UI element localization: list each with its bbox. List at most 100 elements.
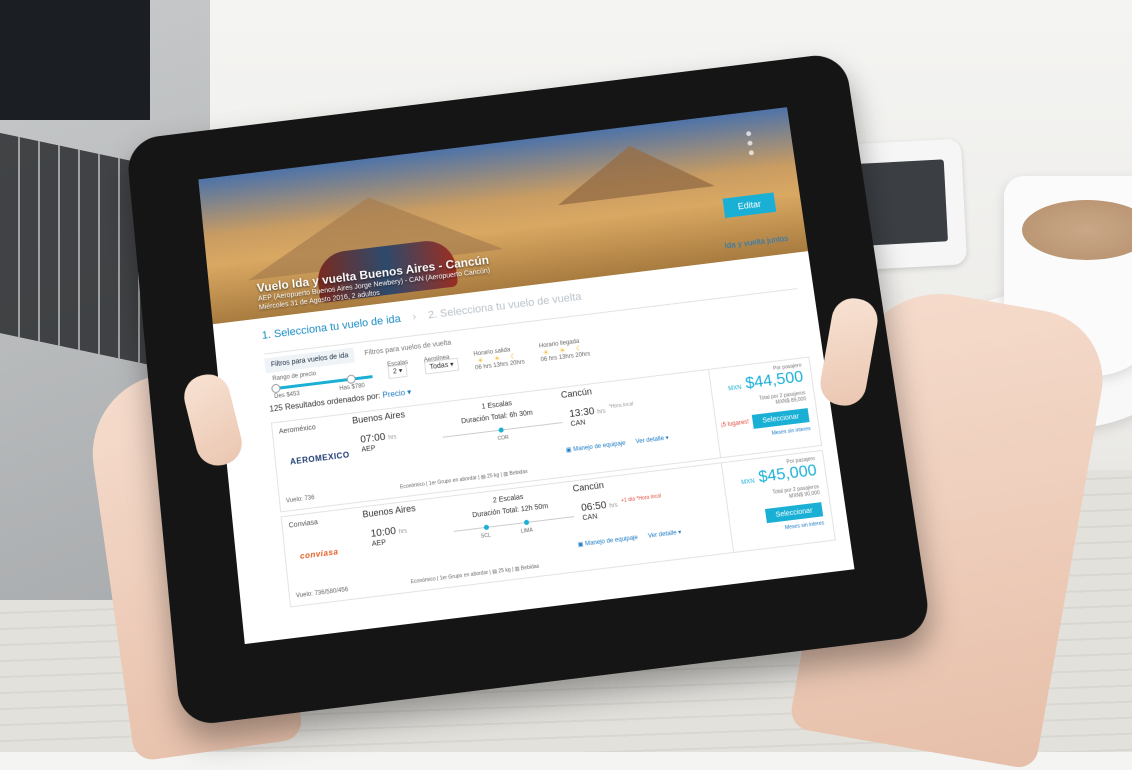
time-slot-label: 20hrs xyxy=(509,359,526,368)
stop-marker xyxy=(498,427,504,433)
cabin-class: Económico xyxy=(399,481,426,491)
drink-icon: ▥ xyxy=(514,565,520,573)
edit-button[interactable]: Editar xyxy=(722,192,777,218)
escalas-select[interactable]: 2 ▾ xyxy=(387,363,409,380)
price-value: $44,500 xyxy=(744,368,805,393)
dest-code: CAN xyxy=(582,513,598,523)
origin-city: Buenos Aires xyxy=(351,409,406,426)
origin-time: 07:00 hrs xyxy=(359,431,397,446)
total-price: Total por 2 pasajeros MXN$ 89,000 xyxy=(759,390,807,408)
time-slot-label: 20hrs xyxy=(575,351,591,360)
aerolinea-value: Todas xyxy=(429,361,449,372)
aerolinea-select[interactable]: Todas ▾ xyxy=(424,357,460,375)
airline-logo: conviasa xyxy=(299,547,339,561)
flight-features: Económico | 1er Grupo en abordar | ▤ 25 … xyxy=(410,563,540,586)
chevron-down-icon: ▾ xyxy=(398,367,403,375)
sunrise-icon[interactable]: ☀ xyxy=(477,356,487,366)
price-value: $45,000 xyxy=(757,461,818,487)
escalas-filter: Escalas 2 ▾ xyxy=(387,360,411,386)
stop-code: SCL xyxy=(480,532,492,540)
airline-name: Conviasa xyxy=(288,519,319,530)
select-button[interactable]: Seleccionar xyxy=(764,502,824,524)
sun-icon[interactable]: ☀ xyxy=(559,346,569,355)
tablet-device: Editar Vuelo Ida y vuelta Buenos Aires -… xyxy=(125,52,933,727)
price-box: Por pasajero MXN $45,000 Total por 2 pas… xyxy=(720,450,835,553)
stop-marker xyxy=(483,524,490,531)
dest-code: CAN xyxy=(570,419,586,429)
suitcase-icon: ▣ xyxy=(577,541,584,549)
luggage-label: Manejo de equipaje xyxy=(572,440,626,454)
slider-min-handle[interactable] xyxy=(270,383,281,394)
sort-select[interactable]: Precio ▾ xyxy=(382,387,412,399)
flight-number: Vuelo: 736/580/456 xyxy=(295,586,349,600)
bag-allowance: 25 kg xyxy=(486,472,500,480)
airline-name: Aeroméxico xyxy=(278,424,317,436)
laptop-screen xyxy=(0,0,150,120)
total-price: Total por 2 pasajeros MXN$ 90,000 xyxy=(772,484,820,502)
dest-time-value: 13:30 xyxy=(568,406,596,421)
drinks: Bebidas xyxy=(509,468,528,478)
duration: Duración Total: 6h 30m xyxy=(460,409,534,426)
time-slot-label: 13hrs xyxy=(493,361,509,370)
drinks: Bebidas xyxy=(520,563,540,572)
dest-time: 13:30 hrs xyxy=(568,406,607,421)
sort-value: Precio xyxy=(382,388,406,400)
detail-link[interactable]: Ver detalle ▾ xyxy=(648,529,682,540)
detail-label: Ver detalle xyxy=(635,435,665,446)
seats-left-badge: ¡5 lugares! xyxy=(720,419,750,429)
llegada-filter: Horario llegada ☀ ☀ ☾ 06 hrs 13hrs 20hrs xyxy=(539,338,592,368)
dest-time: 06:50 hrs xyxy=(580,499,619,515)
carousel-dot[interactable] xyxy=(745,130,752,137)
cabin-class: Económico xyxy=(410,576,437,586)
airline-logo: AEROMEXICO xyxy=(289,450,351,467)
luggage-label: Manejo de equipaje xyxy=(584,534,639,548)
moon-icon[interactable]: ☾ xyxy=(575,344,585,353)
stop-code: COR xyxy=(497,434,510,443)
drink-icon: ▥ xyxy=(503,471,509,478)
dest-city: Cancún xyxy=(572,479,605,494)
bag-allowance: 25 kg xyxy=(498,567,512,575)
luggage-link[interactable]: ▣ Manejo de equipaje xyxy=(565,440,626,454)
duration: Duración Total: 12h 50m xyxy=(471,502,549,520)
local-time-note: *Hora local xyxy=(608,401,634,411)
installments-link[interactable]: Meses sin interes xyxy=(785,520,825,531)
chevron-down-icon: ▾ xyxy=(665,435,670,442)
aerolinea-filter: Aerolínea Todas ▾ xyxy=(424,354,461,382)
time-slot-label: 06 hrs xyxy=(474,363,493,372)
select-button[interactable]: Seleccionar xyxy=(751,408,810,429)
chevron-down-icon: ▾ xyxy=(406,387,412,397)
price-max: Has $780 xyxy=(339,383,366,393)
time-slot-label: 13hrs xyxy=(558,353,575,362)
origin-time: 10:00 hrs xyxy=(370,525,408,540)
carousel-dot[interactable] xyxy=(748,150,755,156)
bag-icon: ▤ xyxy=(491,568,498,576)
luggage-link[interactable]: ▣ Manejo de equipaje xyxy=(577,534,638,548)
boarding-group: 1er Grupo en abordar xyxy=(439,569,489,582)
detail-label: Ver detalle xyxy=(647,530,678,540)
carousel-dots[interactable] xyxy=(745,130,755,156)
next-day-note: +1 día *Hora local xyxy=(620,493,662,505)
price-box: Por pasajero MXN $44,500 Total por 2 pas… xyxy=(708,357,822,458)
moon-icon[interactable]: ☾ xyxy=(510,352,520,361)
origin-time-value: 07:00 xyxy=(359,431,386,446)
installments-link[interactable]: Meses sin interes xyxy=(771,426,811,437)
chevron-down-icon: ▾ xyxy=(677,529,682,537)
stops-count: 1 Escalas xyxy=(481,400,513,411)
detail-link[interactable]: Ver detalle ▾ xyxy=(635,434,669,445)
currency: MXN xyxy=(727,384,743,393)
origin-city: Buenos Aires xyxy=(361,502,417,520)
pyramid-image xyxy=(551,136,715,206)
currency: MXN xyxy=(740,478,756,487)
dest-city: Cancún xyxy=(560,386,593,400)
bag-icon: ▤ xyxy=(480,473,487,481)
carousel-dot[interactable] xyxy=(747,140,753,146)
flight-features: Económico | 1er Grupo en abordar | ▤ 25 … xyxy=(399,468,528,491)
slider-max-handle[interactable] xyxy=(346,374,357,385)
sunrise-icon[interactable]: ☀ xyxy=(542,348,552,357)
sun-icon[interactable]: ☀ xyxy=(493,354,503,363)
hero-banner: Editar Vuelo Ida y vuelta Buenos Aires -… xyxy=(198,107,809,325)
boarding-group: 1er Grupo en abordar xyxy=(428,475,478,487)
salida-filter: Horario salida ☀ ☀ ☾ 06 hrs 13hrs 20hrs xyxy=(473,346,525,376)
chevron-down-icon: ▾ xyxy=(449,361,455,369)
origin-time-value: 10:00 xyxy=(370,525,397,540)
